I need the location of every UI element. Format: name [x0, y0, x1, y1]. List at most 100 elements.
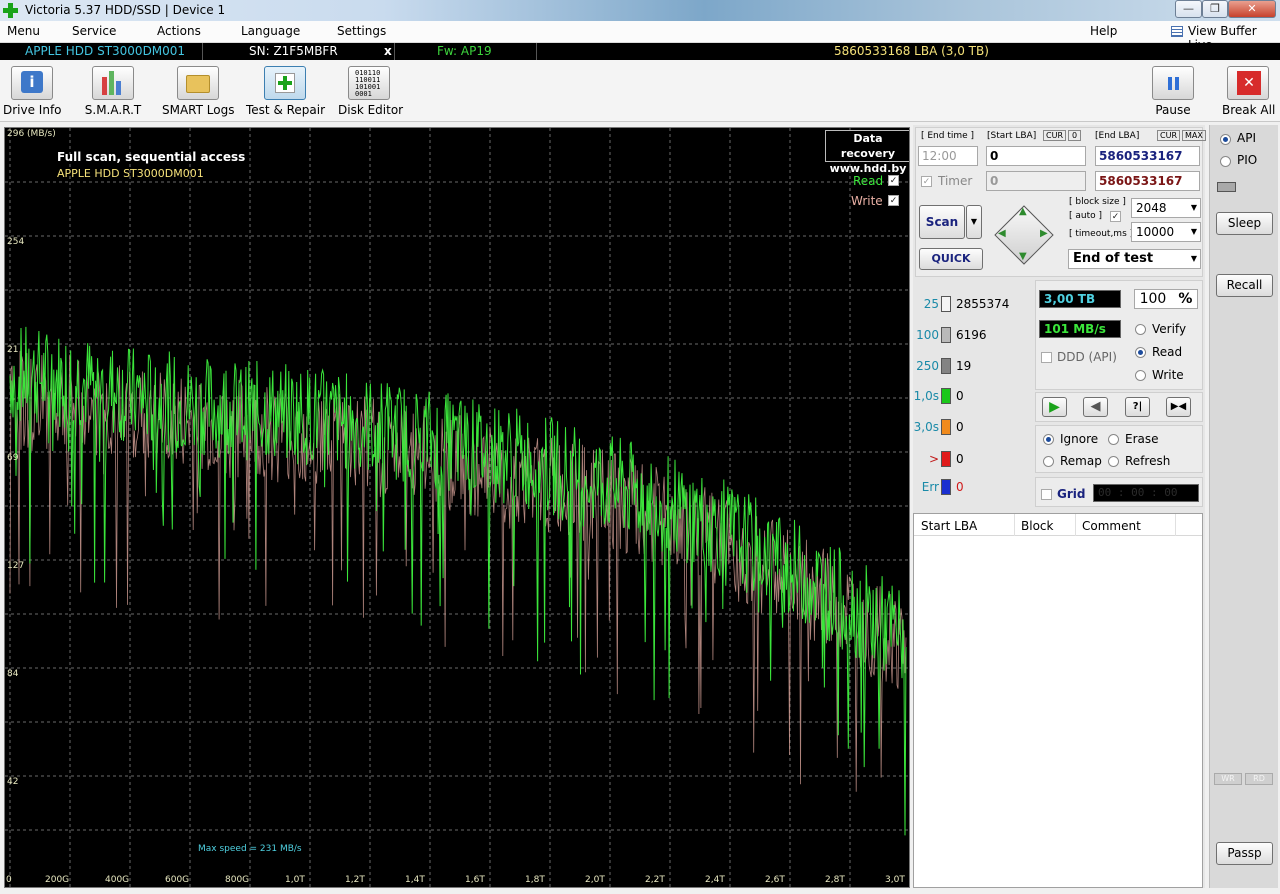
- timer-checkbox[interactable]: ✓: [921, 176, 932, 187]
- start-cur-button[interactable]: CUR: [1043, 130, 1066, 141]
- end-max-button[interactable]: MAX: [1182, 130, 1206, 141]
- auto-checkbox[interactable]: ✓: [1110, 211, 1121, 222]
- menu-settings[interactable]: Settings: [337, 24, 386, 38]
- end-lba-input[interactable]: 5860533167: [1095, 146, 1200, 166]
- action-erase-radio[interactable]: [1108, 434, 1119, 445]
- legend-read-checkbox[interactable]: ✓: [888, 175, 899, 186]
- legend-write-checkbox[interactable]: ✓: [888, 195, 899, 206]
- grid-checkbox[interactable]: [1041, 489, 1052, 500]
- passp-button[interactable]: Passp: [1216, 842, 1273, 865]
- start-lba-input[interactable]: 0: [986, 146, 1086, 166]
- block-stat-swatch: [941, 388, 951, 404]
- block-size-value: 2048: [1136, 201, 1167, 215]
- close-window-button[interactable]: ✕: [1228, 0, 1276, 18]
- x-axis-label: 2,2T: [645, 875, 665, 885]
- scan-button[interactable]: Scan: [919, 205, 965, 239]
- menu-bar: Menu Service Actions Language Settings H…: [0, 21, 1280, 52]
- auto-label: [ auto ]: [1069, 211, 1102, 221]
- block-stat-count: 19: [956, 359, 972, 373]
- menu-service[interactable]: Service: [72, 24, 116, 38]
- play-icon: ▶: [1049, 399, 1060, 415]
- title-bar: Victoria 5.37 HDD/SSD | Device 1 — ❐ ✕: [0, 0, 1280, 21]
- drive-info-label: Drive Info: [3, 103, 62, 117]
- block-stat-swatch: [941, 451, 951, 467]
- device-firmware: Fw: AP19: [437, 44, 492, 58]
- drive-info-button[interactable]: i Drive Info: [3, 66, 62, 122]
- random-seek-button[interactable]: ?|: [1125, 397, 1150, 417]
- menu-language[interactable]: Language: [241, 24, 300, 38]
- pause-button[interactable]: Pause: [1150, 66, 1196, 122]
- close-device-button[interactable]: x: [384, 43, 392, 60]
- pio-radio[interactable]: [1220, 156, 1231, 167]
- timeout-select[interactable]: 10000 ▼: [1131, 222, 1201, 242]
- smart-logs-label: SMART Logs: [162, 103, 235, 117]
- action-ignore-radio[interactable]: [1043, 434, 1054, 445]
- separator: [536, 43, 537, 60]
- quick-button[interactable]: QUICK: [919, 248, 983, 270]
- end-lba-label: [End LBA]: [1095, 131, 1140, 141]
- col-block[interactable]: Block: [1021, 519, 1053, 533]
- maximize-button[interactable]: ❐: [1202, 0, 1228, 18]
- speed-graph-svg: [5, 128, 909, 887]
- play-button[interactable]: ▶: [1042, 397, 1067, 417]
- ddd-label: DDD (API): [1057, 350, 1117, 364]
- ddd-checkbox[interactable]: [1041, 352, 1052, 363]
- scanned-size: 3,00 TB: [1039, 290, 1121, 308]
- action-remap-radio[interactable]: [1043, 456, 1054, 467]
- logs-folder-icon: [177, 66, 219, 100]
- block-stat-count: 0: [956, 452, 964, 466]
- victoria-logo-icon: [3, 3, 18, 18]
- read-speed-series: [9, 326, 907, 836]
- break-all-button[interactable]: ✕ Break All: [1222, 66, 1275, 122]
- disk-editor-button[interactable]: 010110 110011 101001 0001 Disk Editor: [338, 66, 403, 122]
- block-size-select[interactable]: 2048 ▼: [1131, 198, 1201, 218]
- block-stat-count: 0: [956, 480, 964, 494]
- test-repair-button[interactable]: Test & Repair: [246, 66, 325, 122]
- block-stat-swatch: [941, 358, 951, 374]
- smart-logs-button[interactable]: SMART Logs: [162, 66, 234, 122]
- menu-actions[interactable]: Actions: [157, 24, 201, 38]
- nav-right-icon[interactable]: ▶: [1040, 228, 1048, 239]
- col-start-lba[interactable]: Start LBA: [921, 519, 977, 533]
- timer-label: Timer: [938, 174, 973, 188]
- mode-write-radio[interactable]: [1135, 370, 1146, 381]
- mode-verify-radio[interactable]: [1135, 324, 1146, 335]
- reverse-button[interactable]: ◀: [1083, 397, 1108, 417]
- sleep-button[interactable]: Sleep: [1216, 212, 1273, 235]
- defect-log-table[interactable]: Start LBA Block Comment: [913, 513, 1203, 888]
- x-axis-label: 2,0T: [585, 875, 605, 885]
- block-size-label: [ block size ]: [1069, 197, 1126, 207]
- end-lba-current-input[interactable]: 5860533167: [1095, 171, 1200, 191]
- minimize-button[interactable]: —: [1175, 0, 1202, 18]
- timer-input[interactable]: 0: [986, 171, 1086, 191]
- nav-down-icon[interactable]: ▼: [1019, 251, 1027, 262]
- end-time-input[interactable]: 12:00: [918, 146, 978, 166]
- x-axis-label: 2,8T: [825, 875, 845, 885]
- mode-read-radio[interactable]: [1135, 347, 1146, 358]
- butterfly-button[interactable]: ▶◀: [1166, 397, 1191, 417]
- block-stat-label: Err: [921, 480, 939, 494]
- end-of-test-select[interactable]: End of test ▼: [1068, 249, 1201, 269]
- recall-button[interactable]: Recall: [1216, 274, 1273, 297]
- current-speed: 101 MB/s: [1039, 320, 1121, 338]
- api-radio[interactable]: [1220, 134, 1231, 145]
- block-stat-label: 3,0s: [913, 420, 939, 434]
- end-cur-button[interactable]: CUR: [1157, 130, 1180, 141]
- block-stat-count: 6196: [956, 328, 987, 342]
- col-comment[interactable]: Comment: [1082, 519, 1141, 533]
- nav-up-icon[interactable]: ▲: [1019, 206, 1027, 217]
- data-recovery-badge[interactable]: Data recovery www.hdd.by: [825, 130, 909, 175]
- x-axis-label: 1,0T: [285, 875, 305, 885]
- navigation-pad[interactable]: ▲ ▼ ◀ ▶: [993, 204, 1055, 266]
- action-refresh-radio[interactable]: [1108, 456, 1119, 467]
- stop-icon: ✕: [1227, 66, 1269, 100]
- scan-options-dropdown[interactable]: ▼: [966, 205, 982, 239]
- device-lba-count: 5860533168 LBA (3,0 TB): [834, 44, 989, 58]
- smart-button[interactable]: S.M.A.R.T: [82, 66, 144, 122]
- legend-read-label: Read: [853, 174, 884, 188]
- smart-chart-icon: [92, 66, 134, 100]
- menu-help[interactable]: Help: [1090, 24, 1117, 38]
- start-zero-button[interactable]: 0: [1068, 130, 1082, 141]
- menu-menu[interactable]: Menu: [7, 24, 40, 38]
- nav-left-icon[interactable]: ◀: [998, 228, 1006, 239]
